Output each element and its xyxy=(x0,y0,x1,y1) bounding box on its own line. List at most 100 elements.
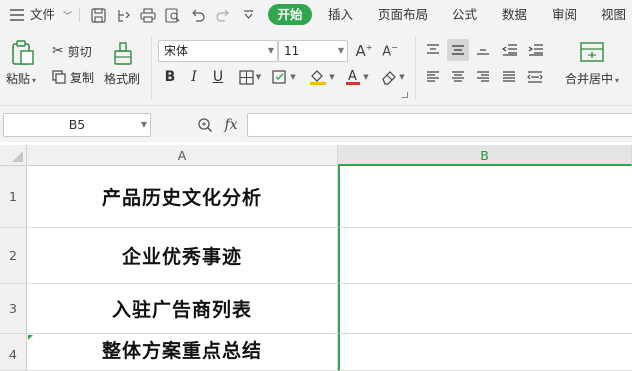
fill-color-button[interactable]: ▼ xyxy=(307,66,337,88)
justify-button[interactable] xyxy=(498,67,520,87)
bold-button[interactable]: B xyxy=(160,67,180,87)
scissors-icon: ✂ xyxy=(52,43,64,59)
cut-label: 剪切 xyxy=(67,44,92,59)
file-menu[interactable]: 文件 ﹀ xyxy=(30,0,72,30)
align-bottom-button[interactable] xyxy=(472,40,494,60)
tab-home[interactable]: 开始 xyxy=(268,4,312,25)
row-header-3[interactable]: 3 xyxy=(0,284,27,334)
row-header-4[interactable]: 4 xyxy=(0,334,27,371)
font-size-select[interactable]: 11 ▼ xyxy=(278,40,348,62)
underline-button[interactable]: U xyxy=(208,67,228,87)
font-color-button[interactable]: A ▼ xyxy=(342,66,372,88)
merge-center-label: 合并居中 xyxy=(565,72,614,86)
chevron-down-icon: ▼ xyxy=(337,46,344,55)
cell-b1[interactable] xyxy=(338,166,632,228)
chevron-down-icon: ▼ xyxy=(290,73,296,81)
cell-a1[interactable]: 产品历史文化分析 xyxy=(27,166,338,228)
export-icon[interactable] xyxy=(113,5,133,25)
save-icon[interactable] xyxy=(88,5,108,25)
increase-font-icon: A+ xyxy=(355,42,373,60)
divider xyxy=(151,36,152,100)
print-preview-icon[interactable] xyxy=(163,5,183,25)
customize-quick-access-icon[interactable] xyxy=(238,5,258,25)
select-all-corner[interactable] xyxy=(0,145,27,166)
insert-function-button[interactable]: fx xyxy=(221,115,241,135)
justify-icon xyxy=(503,71,515,82)
decrease-font-size-button[interactable]: A− xyxy=(379,40,401,62)
column-header-b[interactable]: B xyxy=(338,145,632,166)
cell-a2[interactable]: 企业优秀事迹 xyxy=(27,228,338,284)
tab-view[interactable]: 视图 xyxy=(601,0,626,30)
file-menu-label: 文件 xyxy=(30,7,56,22)
italic-icon: I xyxy=(191,69,197,85)
clear-format-button[interactable]: ▼ xyxy=(378,66,408,88)
cell-a4[interactable]: 整体方案重点总结 xyxy=(27,334,338,371)
print-icon[interactable] xyxy=(138,5,158,25)
redo-icon[interactable] xyxy=(212,5,232,25)
cut-button[interactable]: ✂ 剪切 xyxy=(52,42,92,60)
divider xyxy=(79,8,80,22)
cell-style-button[interactable]: ▼ xyxy=(270,67,298,87)
formula-input[interactable] xyxy=(247,113,632,137)
paste-button[interactable] xyxy=(8,38,38,68)
name-box[interactable]: B5 ▼ xyxy=(3,113,151,137)
merge-cells-icon xyxy=(580,42,604,62)
cell-b2[interactable] xyxy=(338,228,632,284)
cell-style-icon xyxy=(272,69,286,84)
chevron-down-icon: ▼ xyxy=(329,73,335,81)
chevron-down-icon: ▼ xyxy=(255,73,262,81)
align-left-button[interactable] xyxy=(422,67,444,87)
chevron-down-icon: ▼ xyxy=(140,120,147,129)
indent-icon xyxy=(528,44,543,56)
format-painter-label[interactable]: 格式刷 xyxy=(104,70,140,87)
align-right-icon xyxy=(477,71,489,82)
align-top-button[interactable] xyxy=(422,40,444,60)
copy-label: 复制 xyxy=(70,70,95,85)
font-name-select[interactable]: 宋体 ▼ xyxy=(158,40,278,62)
align-top-icon xyxy=(427,44,439,54)
distributed-align-button[interactable] xyxy=(524,67,546,87)
increase-font-size-button[interactable]: A+ xyxy=(353,40,375,62)
align-right-button[interactable] xyxy=(472,67,494,87)
hamburger-menu-icon[interactable] xyxy=(8,6,26,24)
fill-color-icon xyxy=(310,70,327,85)
cell-a3[interactable]: 入驻广告商列表 xyxy=(27,284,338,334)
tab-data[interactable]: 数据 xyxy=(502,0,527,30)
format-painter-button[interactable] xyxy=(110,40,136,68)
ribbon-toolbar: 粘贴▾ ✂ 剪切 复制 格式刷 宋体 ▼ 11 ▼ A+ A− B I U ▼ xyxy=(0,30,632,106)
row-header-1[interactable]: 1 xyxy=(0,166,27,228)
fx-icon: fx xyxy=(224,117,238,133)
increase-indent-button[interactable] xyxy=(524,40,546,60)
font-dialog-launcher-icon[interactable] xyxy=(402,92,408,98)
tab-formulas[interactable]: 公式 xyxy=(452,0,477,30)
align-middle-button[interactable] xyxy=(447,39,469,61)
cell-b3[interactable] xyxy=(338,284,632,334)
chevron-down-icon: ﹀ xyxy=(63,12,73,22)
paste-label: 粘贴 xyxy=(6,72,31,86)
borders-button[interactable]: ▼ xyxy=(236,67,264,87)
merge-center-label-row[interactable]: 合并居中 ▾ xyxy=(565,70,619,87)
italic-button[interactable]: I xyxy=(184,67,204,87)
align-bottom-icon xyxy=(477,49,489,55)
copy-button[interactable]: 复制 xyxy=(52,68,94,86)
chevron-down-icon: ▾ xyxy=(615,76,620,85)
paste-icon xyxy=(12,40,34,65)
paste-label-row[interactable]: 粘贴 ▾ xyxy=(6,70,36,87)
column-header-a[interactable]: A xyxy=(27,145,338,166)
name-box-value: B5 xyxy=(68,117,86,132)
decrease-indent-button[interactable] xyxy=(498,40,520,60)
chevron-down-icon: ▾ xyxy=(32,76,37,85)
merge-center-button[interactable] xyxy=(578,40,606,64)
comment-indicator-icon xyxy=(28,335,33,340)
outdent-icon xyxy=(501,44,517,56)
tab-page-layout[interactable]: 页面布局 xyxy=(378,0,428,30)
row-header-2[interactable]: 2 xyxy=(0,228,27,284)
align-center-icon xyxy=(452,71,464,82)
formula-bar: B5 ▼ fx xyxy=(0,106,632,142)
zoom-lookup-icon[interactable] xyxy=(196,116,214,134)
cell-b4[interactable] xyxy=(338,334,632,371)
align-center-button[interactable] xyxy=(447,67,469,87)
tab-insert[interactable]: 插入 xyxy=(328,0,353,30)
undo-icon[interactable] xyxy=(188,5,208,25)
tab-review[interactable]: 审阅 xyxy=(552,0,577,30)
